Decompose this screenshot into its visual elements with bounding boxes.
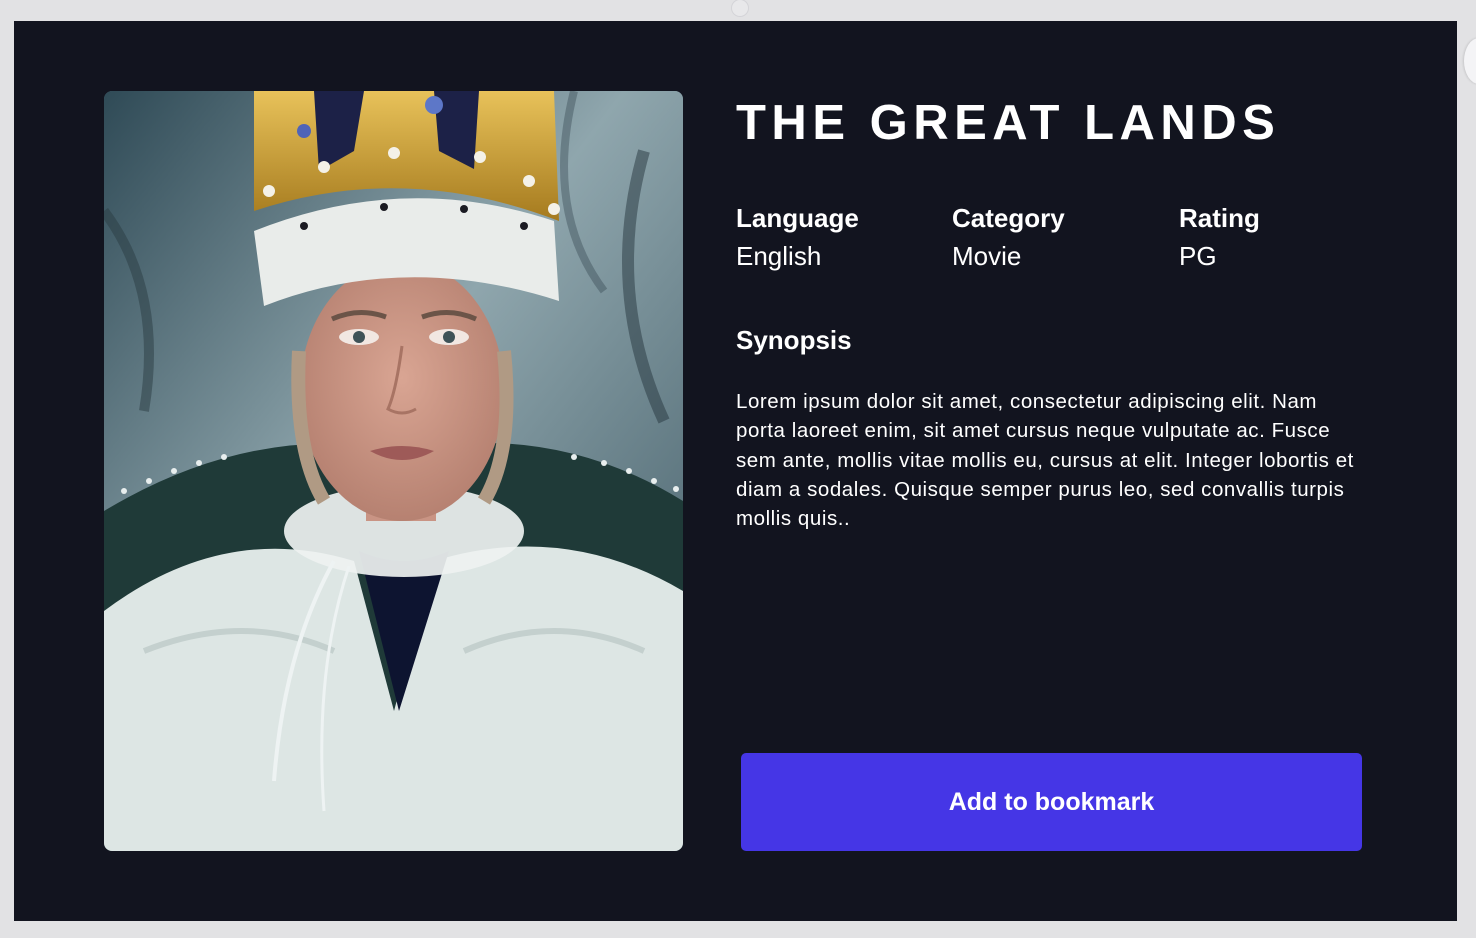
edge-scroll-handle[interactable] (1464, 38, 1476, 84)
movie-detail-card: THE GREAT LANDS Language English Categor… (14, 21, 1457, 921)
movie-poster (104, 91, 683, 851)
meta-rating: Rating PG (1179, 199, 1260, 275)
category-label: Category (952, 203, 1065, 233)
rating-label: Rating (1179, 203, 1260, 233)
meta-language: Language English (736, 199, 859, 275)
meta-category: Category Movie (952, 199, 1065, 275)
synopsis-heading: Synopsis (736, 325, 852, 355)
category-value: Movie (952, 241, 1022, 271)
rating-value: PG (1179, 241, 1217, 271)
window-indicator-dot (732, 0, 748, 16)
language-value: English (736, 241, 822, 271)
synopsis-text: Lorem ipsum dolor sit amet, consectetur … (736, 390, 1354, 531)
portrait-image (104, 91, 683, 851)
language-label: Language (736, 203, 859, 233)
movie-title: THE GREAT LANDS (736, 96, 1281, 150)
add-to-bookmark-button[interactable]: Add to bookmark (741, 753, 1362, 851)
